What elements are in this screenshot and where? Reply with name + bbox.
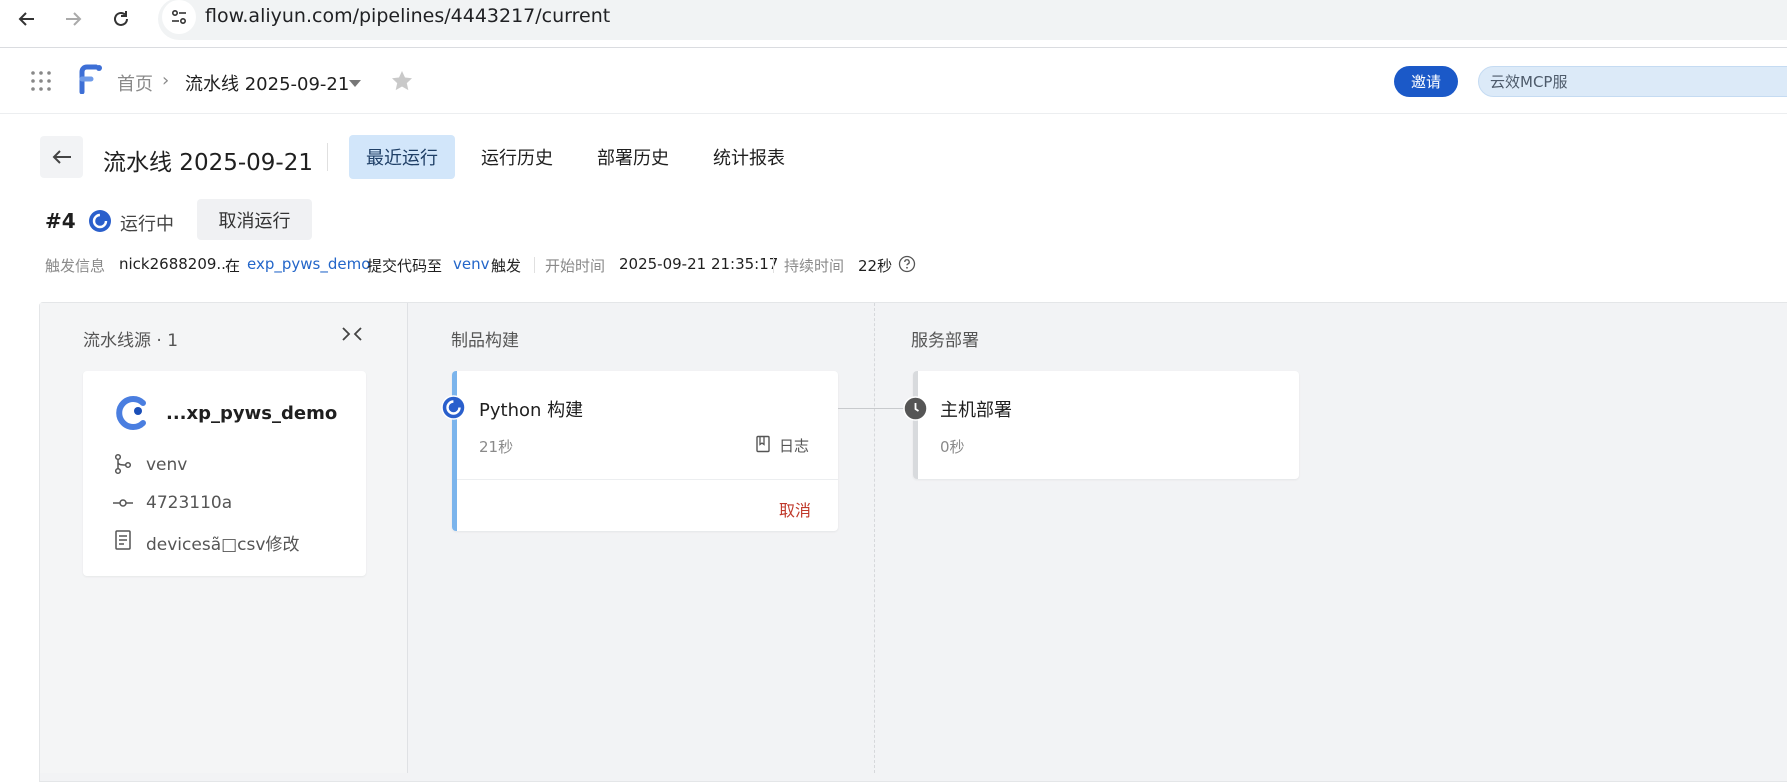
stage-divider — [874, 303, 875, 773]
source-column-title: 流水线源 · 1 — [83, 331, 179, 351]
trigger-repo-link[interactable]: exp_pyws_demo — [247, 255, 370, 273]
breadcrumb-separator: › — [162, 70, 170, 91]
job-status-bar — [913, 371, 918, 479]
commit-message-icon — [112, 529, 134, 551]
trigger-label: 触发信息 — [45, 257, 106, 275]
source-message: devicesã□csv修改 — [146, 535, 300, 555]
title-divider — [327, 143, 328, 171]
trigger-triggered: 触发 — [491, 257, 522, 275]
run-number: #4 — [45, 209, 76, 233]
caret-down-icon[interactable] — [348, 74, 362, 93]
running-spinner-icon — [441, 395, 466, 420]
flow-logo-icon[interactable] — [78, 64, 104, 95]
codeup-repo-icon — [113, 394, 151, 432]
running-spinner-icon — [88, 209, 112, 233]
job-connector-line — [838, 408, 906, 409]
page-title: 流水线 2025-09-21 — [103, 150, 313, 176]
source-branch: venv — [146, 455, 188, 475]
repo-name: ...xp_pyws_demo — [166, 403, 338, 424]
site-info-icon[interactable] — [162, 0, 196, 34]
run-status: 运行中 — [120, 214, 174, 235]
duration-value: 22秒 — [858, 257, 893, 275]
log-link[interactable]: 日志 — [779, 435, 809, 456]
trigger-branch-link[interactable]: venv — [453, 255, 490, 273]
trigger-user: nick2688209... — [119, 255, 231, 273]
commit-icon — [112, 492, 134, 514]
trigger-at: 在 — [225, 257, 241, 275]
page-back-button[interactable] — [40, 136, 83, 178]
job-card-divider — [457, 479, 838, 480]
star-icon[interactable] — [390, 69, 414, 97]
url-text[interactable]: flow.aliyun.com/pipelines/4443217/curren… — [205, 5, 610, 27]
job-name: Python 构建 — [479, 400, 584, 421]
reload-icon[interactable] — [106, 4, 136, 34]
job-duration: 0秒 — [940, 438, 965, 456]
stage-title-deploy: 服务部署 — [911, 331, 979, 351]
cancel-run-button[interactable]: 取消运行 — [197, 199, 312, 240]
tab-recent-runs[interactable]: 最近运行 — [349, 135, 455, 179]
invite-button[interactable]: 邀请 — [1394, 66, 1458, 97]
job-card-host-deploy[interactable] — [913, 371, 1299, 479]
help-icon[interactable] — [898, 255, 916, 277]
clock-icon — [903, 396, 928, 421]
tab-deploy-history[interactable]: 部署历史 — [583, 135, 683, 179]
app-grid-icon[interactable] — [30, 70, 52, 92]
forward-arrow-icon[interactable] — [58, 4, 88, 34]
back-arrow-icon[interactable] — [12, 4, 42, 34]
branch-icon — [112, 453, 134, 475]
log-book-icon[interactable] — [755, 435, 771, 457]
job-cancel-button[interactable]: 取消 — [779, 497, 811, 521]
source-commit: 4723110a — [146, 493, 233, 513]
breadcrumb-pipeline[interactable]: 流水线 2025-09-21 — [185, 70, 349, 96]
info-divider — [534, 257, 535, 273]
tab-statistics[interactable]: 统计报表 — [699, 135, 799, 179]
start-time-value: 2025-09-21 21:35:17 — [619, 255, 779, 273]
collapse-icon[interactable] — [341, 325, 363, 347]
start-time-label: 开始时间 — [545, 257, 606, 275]
tab-run-history[interactable]: 运行历史 — [467, 135, 567, 179]
duration-label: 持续时间 — [784, 257, 845, 275]
trigger-action: 提交代码至 — [367, 257, 443, 275]
stage-title-build: 制品构建 — [451, 331, 519, 351]
info-divider — [773, 257, 774, 273]
job-name: 主机部署 — [940, 400, 1012, 421]
job-duration: 21秒 — [479, 438, 514, 456]
breadcrumb-home[interactable]: 首页 — [117, 70, 153, 96]
mcp-service-button[interactable]: 云效MCP服 — [1478, 66, 1787, 97]
